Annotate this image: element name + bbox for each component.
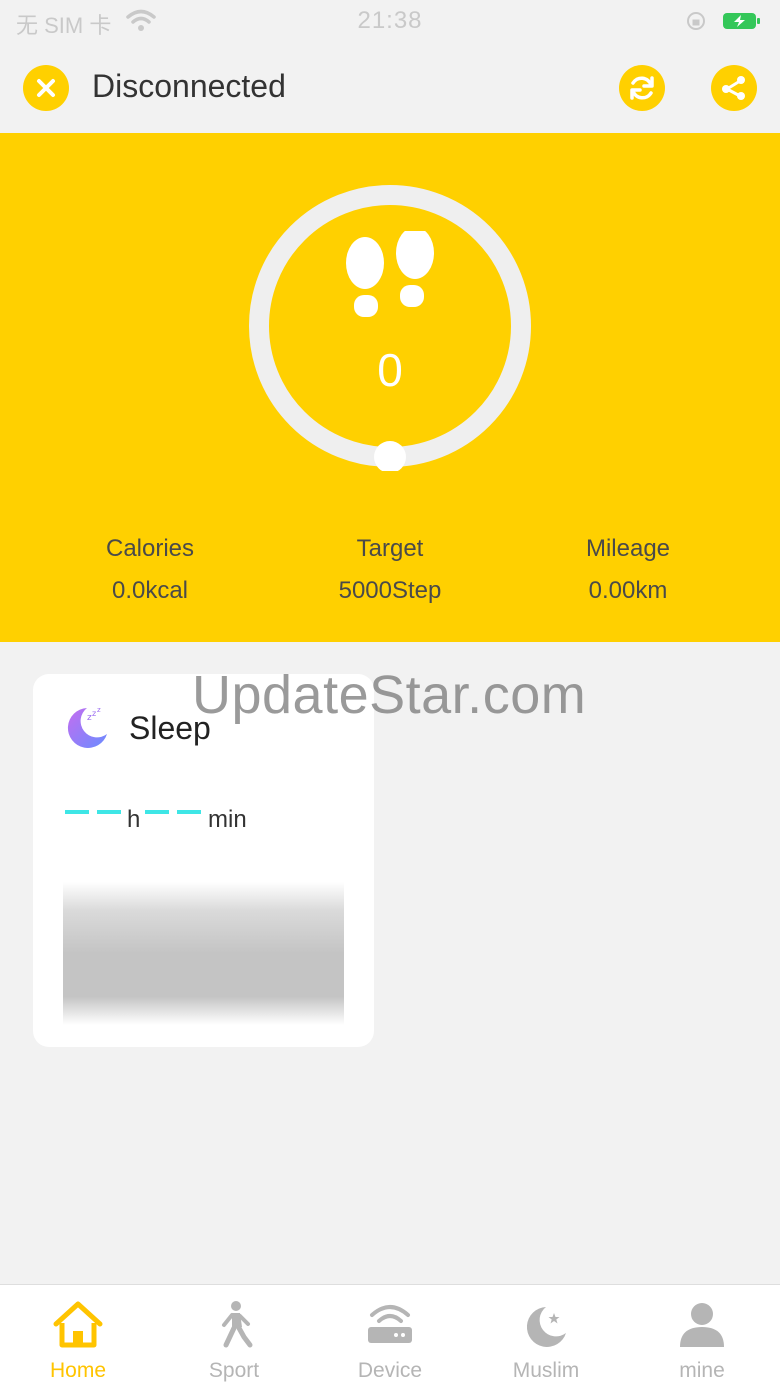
tab-sport[interactable]: Sport (156, 1285, 312, 1387)
mileage-value: 0.00km (588, 577, 668, 604)
sync-icon (630, 76, 654, 100)
hours-placeholder-dash (65, 810, 89, 814)
target-value: 5000Step (338, 577, 442, 604)
sleep-moon-icon: z z z (67, 706, 107, 748)
battery-charging-icon (723, 13, 760, 29)
status-time: 21:38 (357, 7, 423, 34)
watermark-text: UpdateStar.com (192, 665, 587, 725)
crescent-star-icon (526, 1307, 566, 1347)
share-icon (722, 76, 745, 100)
minutes-placeholder-dash (145, 810, 169, 814)
tab-device[interactable]: Device (312, 1285, 468, 1387)
sync-button[interactable] (619, 65, 665, 111)
step-count: 0 (377, 344, 403, 396)
tab-home[interactable]: Home (0, 1285, 156, 1387)
tab-device-label: Device (357, 1359, 423, 1382)
svg-text:z: z (97, 706, 101, 714)
connection-status-title: Disconnected (92, 68, 286, 104)
footprints-icon (346, 231, 434, 317)
user-icon (680, 1303, 724, 1347)
svg-text:z: z (92, 709, 96, 718)
steps-panel: 0 Calories 0.0kcal Target 5000Step Milea… (0, 133, 780, 642)
share-button[interactable] (711, 65, 757, 111)
tab-muslim[interactable]: Muslim (468, 1285, 624, 1387)
running-person-icon (222, 1301, 253, 1348)
status-bar: 无 SIM 卡 21:38 (0, 0, 780, 44)
tab-mine-label: mine (679, 1359, 725, 1382)
mileage-label: Mileage (585, 535, 671, 562)
calories-stat: Calories 0.0kcal (30, 535, 270, 605)
bottom-tab-bar: Home Sport Device Muslim mine (0, 1284, 780, 1387)
rotation-lock-icon (687, 12, 705, 30)
target-stat: Target 5000Step (270, 535, 510, 605)
calories-label: Calories (105, 535, 195, 562)
calories-value: 0.0kcal (111, 577, 189, 604)
tab-sport-label: Sport (208, 1359, 260, 1382)
router-device-icon (368, 1305, 412, 1343)
mileage-stat: Mileage 0.00km (508, 535, 748, 605)
hours-placeholder-dash (97, 810, 121, 814)
tab-home-label: Home (49, 1359, 107, 1382)
home-icon (53, 1301, 103, 1348)
app-header: Disconnected (0, 44, 780, 133)
tab-mine[interactable]: mine (624, 1285, 780, 1387)
disconnect-button[interactable] (23, 65, 69, 111)
hours-unit: h (127, 806, 141, 833)
target-label: Target (356, 535, 424, 562)
close-icon (37, 79, 55, 97)
minutes-placeholder-dash (177, 810, 201, 814)
home-screen: 无 SIM 卡 21:38 Disconnected 0 Calories 0.… (0, 0, 780, 1387)
sleep-chart-placeholder (63, 882, 344, 1025)
tab-muslim-label: Muslim (512, 1359, 580, 1382)
minutes-unit: min (208, 806, 247, 833)
sleep-card[interactable]: z z z Sleep h min (33, 674, 374, 1047)
